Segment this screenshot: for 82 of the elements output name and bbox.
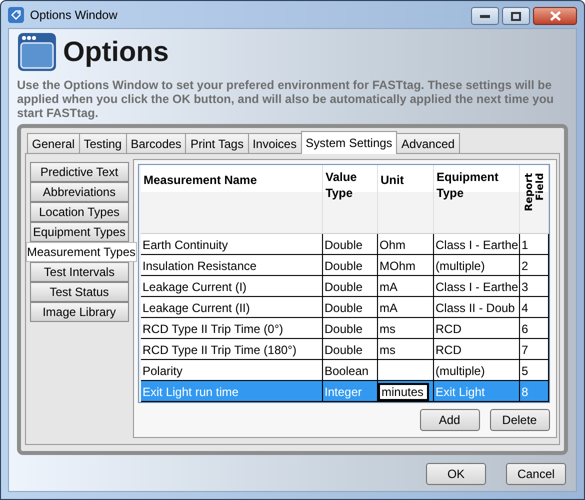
table-cell: 3 [522,280,528,294]
table-cell: Integer [324,385,362,399]
sidebar-item[interactable]: Predictive Text [30,162,128,182]
table-cell: (multiple) [436,259,485,273]
table-cell: RCD [436,343,462,357]
table-cell: Double [324,259,363,273]
tag-icon [8,6,24,22]
column-header[interactable]: Measurement Name [144,172,257,188]
table-cell: ms [380,322,396,336]
tab[interactable]: Print Tags [185,133,249,154]
table-cell: Leakage Current (II) [142,301,250,315]
cancel-button[interactable]: Cancel [506,463,566,485]
table-cell: Double [324,280,363,294]
table-cell: 6 [522,322,528,336]
sidebar-item[interactable]: Test Intervals [30,262,128,282]
table-cell: Double [324,301,363,315]
window-title: Options Window [30,8,118,22]
input-field[interactable]: minutes [378,383,428,401]
table-cell: Double [324,343,363,357]
table-cell: RCD Type II Trip Time (180°) [142,343,296,357]
table-cell: mA [380,301,398,315]
table-cell: 4 [522,301,528,315]
sidebar-item[interactable]: Test Status [30,282,128,302]
table-row[interactable]: Insulation Resistance Double MOhm (multiple) 2 [140,255,548,276]
minimize-button[interactable] [471,7,499,25]
add-button[interactable]: Add [420,409,480,431]
column-header[interactable]: Value Type [326,169,374,201]
table-cell: 1 [522,238,528,252]
tab[interactable]: General [27,133,80,154]
close-button[interactable] [533,7,577,25]
sidebar-item[interactable]: Abbreviations [30,182,128,202]
table-cell: Class II - Doub [436,301,515,315]
table-row[interactable]: Leakage Current (I) Double mA Class I - Earthe 3 [140,276,548,297]
table-cell: Exit Light run time [142,385,239,399]
table-cell: RCD Type II Trip Time (0°) [142,322,284,336]
tab[interactable]: Invoices [248,133,302,154]
table-cell: Class I - Earthe [436,238,518,252]
table-cell: Exit Light [436,385,485,399]
table-cell: (multiple) [436,364,485,378]
tab[interactable]: System Settings [300,131,398,154]
sidebar-item[interactable]: Equipment Types [30,222,128,242]
table-cell: Insulation Resistance [142,259,257,273]
minimize-icon [480,14,490,18]
column-header[interactable]: Report Field [524,173,546,235]
sidebar-item[interactable]: Location Types [30,202,128,222]
description-text: Use the Options Window to set your prefered environment for FASTtag. These settings will be applied when you click the OK button, and will also be automatically applied the next time you start FASTtag. [17,78,555,120]
table-cell: 2 [522,259,528,273]
table-cell: RCD [436,322,462,336]
table-cell: 8 [522,385,528,399]
table-cell: 7 [522,343,528,357]
table-row[interactable]: Exit Light run time Integer minutes Exit Light 8 [140,381,548,402]
ok-button[interactable]: OK [426,463,486,485]
table-row[interactable]: Earth Continuity Double Ohm Class I - Earthe 1 [140,234,548,255]
table-cell: Class I - Earthe [436,280,518,294]
table-cell: Earth Continuity [142,238,228,252]
table-cell: Double [324,238,363,252]
table-row[interactable]: Polarity Boolean (multiple) 5 [140,360,548,381]
tab[interactable]: Advanced [396,133,460,154]
table-cell: MOhm [380,259,416,273]
table-cell: mA [380,280,398,294]
sidebar-item[interactable]: Measurement Types [26,242,136,262]
window-icon [17,32,57,72]
table-cell: 5 [522,364,528,378]
sidebar-item[interactable]: Image Library [30,302,128,322]
table-row[interactable]: RCD Type II Trip Time (180°) Double ms RCD 7 [140,339,548,360]
table-row[interactable]: Leakage Current (II) Double mA Class II - Doub 4 [140,297,548,318]
table-cell: Leakage Current (I) [142,280,247,294]
maximize-icon [511,12,521,20]
column-header[interactable]: Equipment Type [436,169,516,201]
delete-button[interactable]: Delete [490,409,550,431]
table-cell: Ohm [380,238,406,252]
close-icon [550,11,560,21]
table-row[interactable]: RCD Type II Trip Time (0°) Double ms RCD 6 [140,318,548,339]
table-cell: Boolean [324,364,369,378]
table-cell: Polarity [142,364,183,378]
tab[interactable]: Barcodes [126,133,186,154]
page-title: Options [63,36,169,68]
table-cell: ms [380,343,396,357]
maximize-button[interactable] [502,7,530,25]
tab[interactable]: Testing [78,133,127,154]
column-header[interactable]: Unit [380,172,404,188]
table-cell: Double [324,322,363,336]
